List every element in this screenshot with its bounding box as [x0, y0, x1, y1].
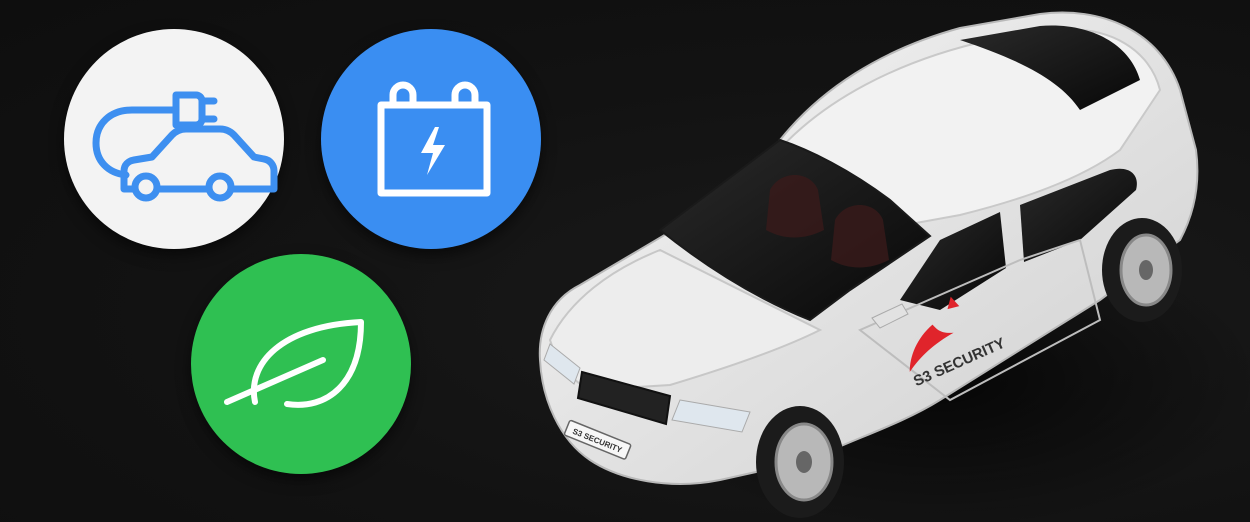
battery-bolt-icon: [321, 29, 541, 249]
ev-charging-badge: [64, 29, 284, 249]
leaf-eco-icon: [191, 254, 411, 474]
security-car-illustration: S3 SECURITY S3 SECURITY: [538, 11, 1250, 522]
ev-charging-car-icon: [64, 29, 284, 249]
leaf-badge: [191, 254, 411, 474]
battery-badge: [321, 29, 541, 249]
front-wheel: [756, 406, 844, 518]
hero-scene: S3 SECURITY S3 SECURITY: [0, 0, 1250, 522]
rear-wheel: [1102, 218, 1182, 322]
